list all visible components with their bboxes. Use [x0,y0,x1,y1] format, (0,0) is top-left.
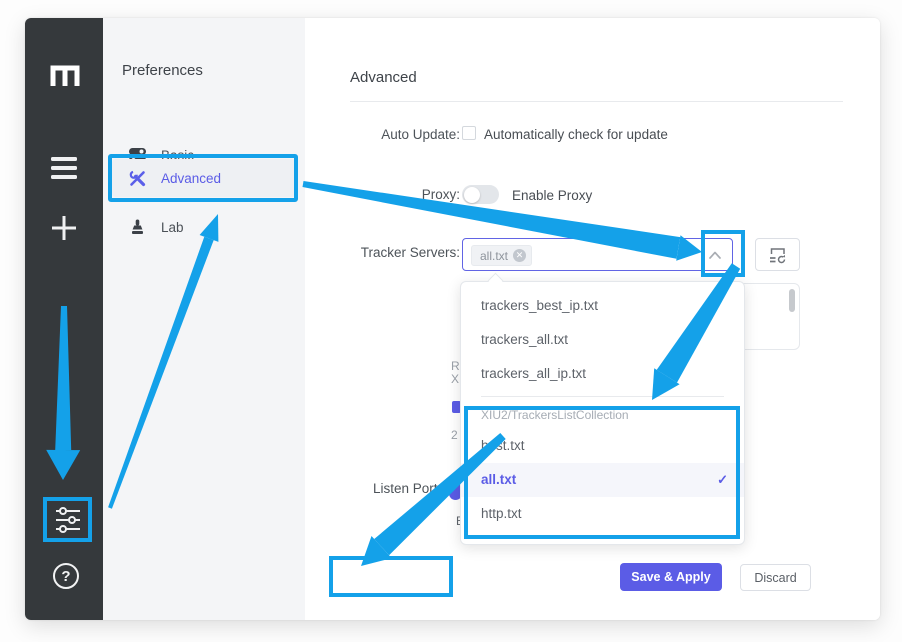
motrix-logo-icon [48,60,82,90]
sync-trackers-icon [767,245,788,265]
preferences-window: ? Preferences Basic Advanced [25,18,880,620]
preferences-title: Preferences [122,62,203,79]
auto-update-checkbox[interactable] [462,126,476,140]
tag-remove-icon[interactable]: ✕ [513,249,526,262]
dropdown-option[interactable]: trackers_all_ip.txt [461,357,744,391]
occluded-text-fragment: R [451,359,460,373]
occluded-text-fragment: X [451,372,459,386]
listen-ports-label: Listen Ports: [288,481,448,496]
preferences-nav: Preferences Basic Advanced [103,18,305,620]
dropdown-option[interactable]: trackers_best_ip.txt [461,289,744,323]
add-task-icon[interactable] [50,214,78,242]
task-list-icon[interactable] [50,154,78,182]
tracker-servers-select[interactable]: all.txt ✕ [462,238,733,271]
textarea-scrollbar[interactable] [789,289,795,312]
tracker-tag: all.txt ✕ [471,245,532,266]
proxy-toggle[interactable] [462,185,499,204]
title-divider [350,101,843,102]
tracker-servers-label: Tracker Servers: [300,245,460,260]
lab-stamp-icon [129,219,146,236]
nav-label-lab: Lab [161,220,184,235]
highlight-box-dropdown-group [464,406,740,539]
proxy-toggle-label: Enable Proxy [512,188,592,203]
auto-update-checkbox-label[interactable]: Automatically check for update [484,127,668,142]
highlight-box-settings-icon [43,497,92,542]
sync-trackers-button[interactable] [755,238,800,271]
proxy-label: Proxy: [300,187,460,202]
highlight-box-save [329,556,453,597]
highlight-box-chevron [701,230,745,277]
auto-update-label: Auto Update: [300,127,460,142]
occluded-text-fragment: 2 [451,428,458,442]
help-icon[interactable]: ? [53,563,79,589]
save-apply-button[interactable]: Save & Apply [620,563,722,591]
tracker-tag-label: all.txt [480,249,508,263]
discard-button[interactable]: Discard [740,564,811,591]
dropdown-option[interactable]: trackers_all.txt [461,323,744,357]
pane-title: Advanced [350,69,417,86]
nav-item-lab[interactable]: Lab [112,208,296,246]
dropdown-divider [481,396,724,397]
highlight-box-advanced [108,154,298,202]
